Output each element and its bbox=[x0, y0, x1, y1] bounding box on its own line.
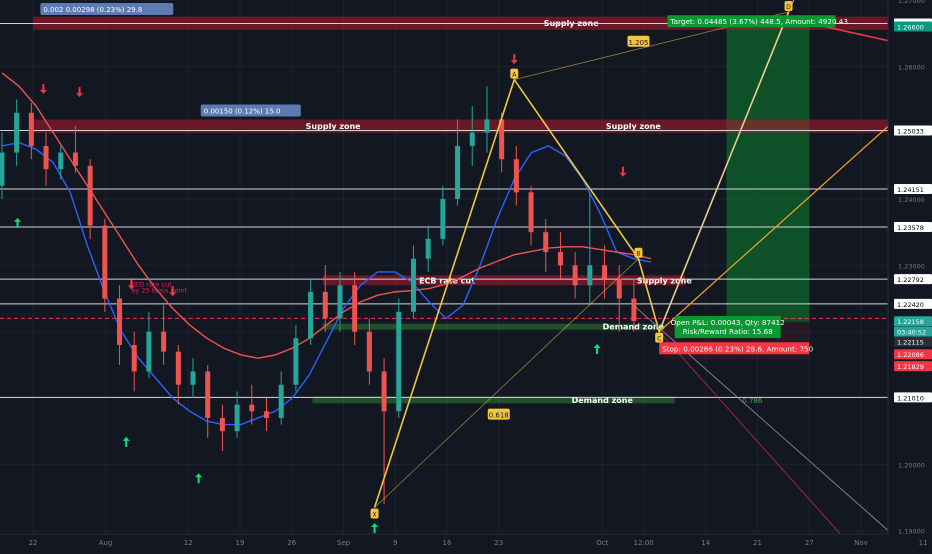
candle-body-13 bbox=[190, 371, 196, 385]
time-tick-6: 9 bbox=[393, 539, 397, 547]
candle-body-30 bbox=[440, 199, 446, 239]
candle-body-8 bbox=[117, 298, 123, 345]
price-tick-1: 1.26000 bbox=[898, 63, 925, 71]
price-tick-3: 1.24000 bbox=[898, 196, 925, 204]
candle-body-15 bbox=[219, 417, 225, 432]
annotation-1: by 25 basis point bbox=[131, 287, 187, 295]
price-chart[interactable]: Supply zoneSupply zone Supply zoneECB rat… bbox=[0, 0, 932, 550]
time-tick-12: 21 bbox=[753, 539, 762, 547]
candle-body-35 bbox=[513, 159, 519, 193]
candle-body-26 bbox=[381, 371, 387, 412]
chart-root: Supply zone Supply zone Supply zone ECB rat… bbox=[0, 0, 932, 550]
pattern-point-label-3: C bbox=[657, 336, 661, 343]
zone-label-1: Supply zone bbox=[306, 122, 362, 131]
candle-body-11 bbox=[161, 331, 167, 352]
price-badge-label-2: 1.25033 bbox=[897, 127, 924, 135]
price-badge-label-3: 1.24151 bbox=[897, 186, 924, 194]
candle-body-27 bbox=[396, 311, 402, 412]
time-tick-11: 14 bbox=[701, 539, 710, 547]
candle-body-23 bbox=[337, 285, 343, 319]
candle-body-19 bbox=[278, 384, 284, 418]
time-axis-background bbox=[0, 534, 932, 550]
candle-body-31 bbox=[455, 145, 461, 200]
fib-label-2: 0.786 bbox=[742, 397, 763, 405]
candle-body-33 bbox=[484, 119, 490, 133]
candle-body-9 bbox=[131, 344, 137, 372]
candle-body-42 bbox=[616, 278, 622, 299]
candle-body-16 bbox=[234, 404, 240, 432]
price-badge-label-5: 1.22792 bbox=[897, 276, 924, 284]
candle-body-12 bbox=[175, 351, 181, 385]
zone-label-b-1: Supply zone bbox=[606, 122, 662, 131]
candle-body-2 bbox=[28, 112, 34, 146]
price-tick-4: 1.23000 bbox=[898, 262, 925, 270]
candle-body-10 bbox=[146, 331, 152, 372]
candle-body-41 bbox=[602, 265, 608, 279]
pattern-point-label-4: D bbox=[786, 4, 791, 11]
candle-body-38 bbox=[557, 252, 563, 266]
candle-body-28 bbox=[410, 258, 416, 312]
price-badge-label-12: 1.21010 bbox=[897, 394, 924, 402]
candle-body-21 bbox=[308, 291, 314, 339]
open-pnl-label: Open P&L: 0.00043, Qty: 87412 bbox=[671, 318, 785, 327]
time-tick-3: 19 bbox=[236, 539, 245, 547]
candle-body-6 bbox=[87, 165, 93, 226]
measure-label-1: 0.00150 (0.12%) 15.0 bbox=[204, 107, 281, 115]
candle-body-43 bbox=[631, 298, 637, 322]
candle-body-3 bbox=[43, 145, 49, 170]
price-badge-label-7: 1.22158 bbox=[897, 318, 924, 326]
measure-label-0: 0.002 0.00298 (0.23%) 29.8 bbox=[43, 6, 142, 14]
time-tick-5: Sep bbox=[337, 539, 351, 547]
candle-body-18 bbox=[263, 411, 269, 418]
time-tick-8: 23 bbox=[494, 539, 503, 547]
time-tick-15: 11 bbox=[919, 539, 928, 547]
candle-body-4 bbox=[58, 152, 64, 170]
time-tick-2: 12 bbox=[184, 539, 193, 547]
candle-body-22 bbox=[322, 291, 328, 319]
candle-body-36 bbox=[528, 192, 534, 233]
time-tick-10: 12:00 bbox=[634, 539, 654, 547]
price-badge-label-4: 1.23578 bbox=[897, 224, 924, 232]
time-tick-4: 26 bbox=[287, 539, 296, 547]
candle-body-14 bbox=[205, 371, 211, 418]
candle-body-5 bbox=[72, 152, 78, 166]
price-tick-7: 1.20000 bbox=[898, 461, 925, 469]
stop-label: Stop: 0.00286 (0.23%) 28.6, Amount: 750 bbox=[662, 344, 813, 353]
candle-body-0 bbox=[0, 152, 5, 186]
price-badge-label-9: 1.22115 bbox=[897, 339, 924, 347]
fib-label-0: 1.205 bbox=[628, 39, 648, 47]
candle-body-20 bbox=[293, 338, 299, 385]
price-badge-label-11: 1.21829 bbox=[897, 363, 924, 371]
pattern-point-label-0: X bbox=[372, 511, 376, 518]
target-label: Target: 0.04485 (3.67%) 448.5, Amount: 4… bbox=[669, 17, 848, 26]
time-tick-9: Oct bbox=[596, 539, 608, 547]
price-badge-label-8: 03:40:52 bbox=[897, 329, 926, 337]
rr-label: Risk/Reward Ratio: 15.68 bbox=[683, 327, 774, 336]
candle-body-40 bbox=[587, 265, 593, 286]
fib-label-1: 0.618 bbox=[489, 412, 509, 420]
candle-body-7 bbox=[102, 225, 108, 299]
price-badge-label-6: 1.22420 bbox=[897, 301, 924, 309]
candle-body-32 bbox=[469, 132, 475, 146]
price-tick-0: 1.27000 bbox=[898, 0, 925, 5]
time-tick-14: Nov bbox=[854, 539, 868, 547]
candle-body-25 bbox=[366, 331, 372, 372]
time-tick-7: 16 bbox=[443, 539, 452, 547]
time-tick-1: Aug bbox=[99, 539, 113, 547]
candle-body-17 bbox=[249, 404, 255, 412]
time-tick-0: 22 bbox=[29, 539, 38, 547]
candle-body-24 bbox=[352, 285, 358, 332]
zone-2 bbox=[322, 275, 686, 286]
price-badge-label-1: 1.26600 bbox=[897, 24, 924, 32]
candle-body-39 bbox=[572, 265, 578, 286]
candle-body-37 bbox=[543, 232, 549, 253]
price-badge-label-10: 1.22086 bbox=[897, 351, 924, 359]
candle-body-1 bbox=[14, 112, 20, 153]
candle-body-29 bbox=[425, 238, 431, 259]
time-tick-13: 27 bbox=[805, 539, 814, 547]
pattern-point-label-2: B bbox=[636, 251, 640, 258]
